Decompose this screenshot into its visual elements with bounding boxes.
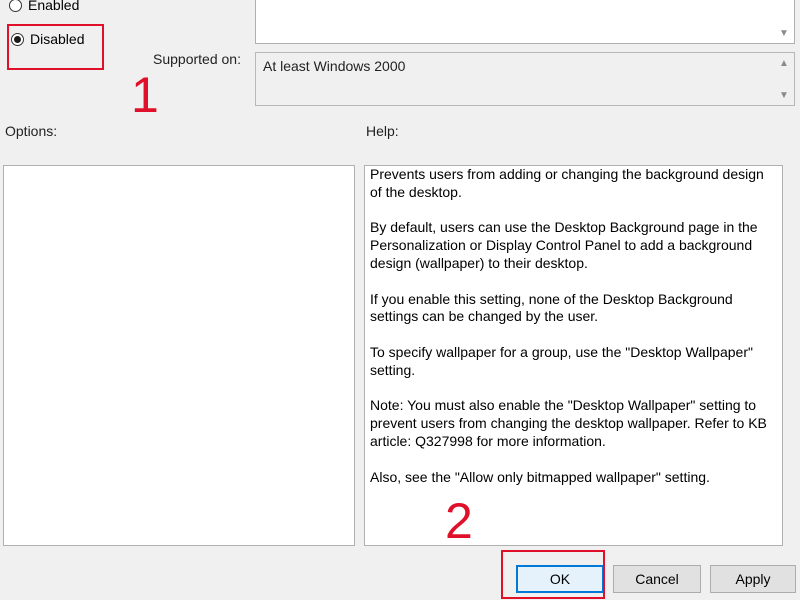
help-paragraph: Prevents users from adding or changing t… <box>370 166 764 200</box>
annotation-number-2: 2 <box>445 493 473 549</box>
help-paragraph: Note: You must also enable the "Desktop … <box>370 397 767 449</box>
help-paragraph: If you enable this setting, none of the … <box>370 290 733 325</box>
help-text: Prevents users from adding or changing t… <box>370 166 774 504</box>
chevron-down-icon[interactable]: ▼ <box>778 91 790 101</box>
chevron-up-icon[interactable]: ▲ <box>778 59 790 69</box>
annotation-number-1: 1 <box>131 67 159 123</box>
supported-on-label: Supported on: <box>153 51 241 67</box>
radio-enabled-label: Enabled <box>28 0 80 13</box>
cancel-button[interactable]: Cancel <box>613 565 701 593</box>
help-paragraph: Also, see the "Allow only bitmapped wall… <box>370 468 710 485</box>
help-paragraph: By default, users can use the Desktop Ba… <box>370 219 758 271</box>
supported-on-value: At least Windows 2000 <box>263 58 406 74</box>
annotation-box-disabled <box>7 24 104 70</box>
annotation-box-ok <box>501 550 605 599</box>
apply-button[interactable]: Apply <box>710 565 796 593</box>
comment-box[interactable]: ▼ <box>255 0 795 44</box>
radio-enabled[interactable]: Enabled <box>9 0 79 13</box>
radio-enabled-circle[interactable] <box>9 0 22 12</box>
supported-on-box: At least Windows 2000 ▲ ▼ <box>255 52 795 106</box>
options-panel <box>3 165 355 546</box>
help-label: Help: <box>366 123 399 139</box>
chevron-down-icon[interactable]: ▼ <box>778 29 790 39</box>
help-paragraph: To specify wallpaper for a group, use th… <box>370 343 753 378</box>
options-label: Options: <box>5 123 58 139</box>
